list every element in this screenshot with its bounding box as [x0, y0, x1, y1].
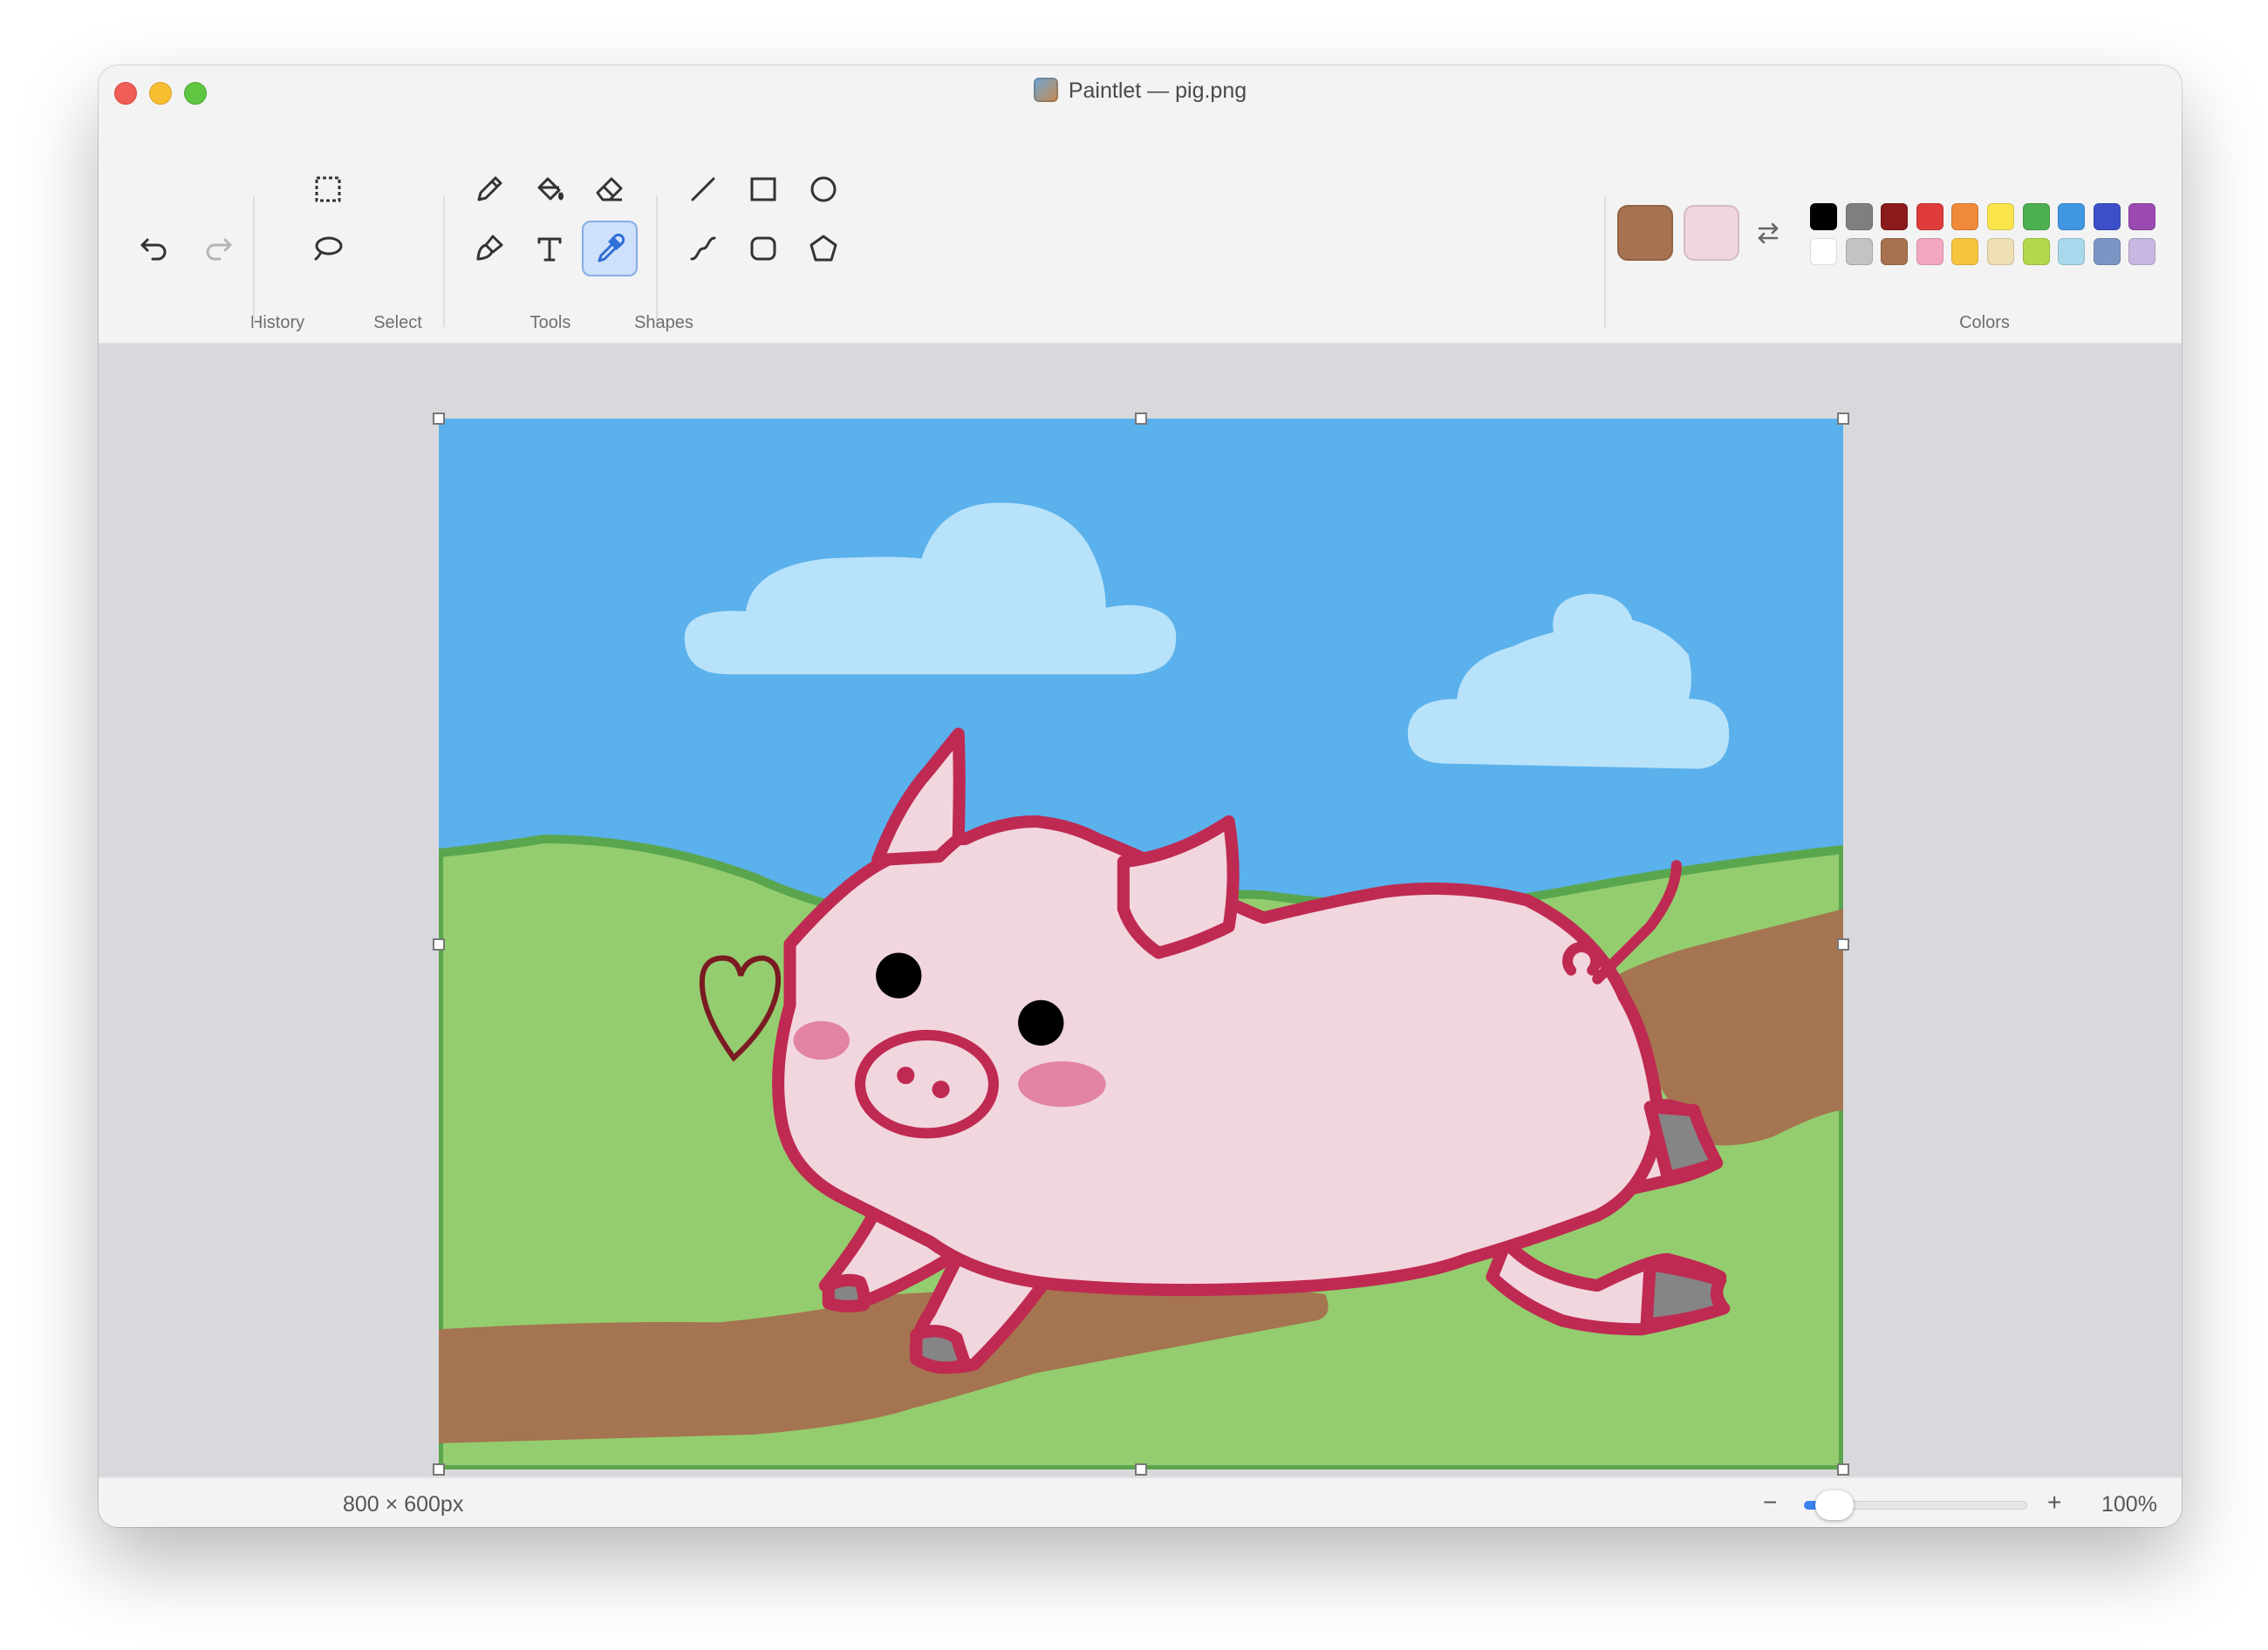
resize-handle-bottom-right[interactable] — [1837, 1463, 1849, 1476]
palette-swatch[interactable] — [2058, 238, 2086, 265]
canvas-area[interactable] — [99, 344, 2182, 1476]
paint-bucket-icon — [537, 177, 564, 201]
resize-handle-left[interactable] — [433, 938, 445, 951]
eraser-icon — [596, 177, 623, 201]
pig-nostril-left — [897, 1067, 915, 1085]
zoom-level: 100% — [2101, 1492, 2157, 1517]
circle-icon — [810, 176, 837, 202]
eyedropper-icon — [598, 233, 625, 262]
group-label-tools: Tools — [529, 313, 571, 332]
group-label-select: Select — [373, 313, 422, 332]
pencil-tool-button[interactable] — [461, 161, 517, 217]
rectangle-select-icon — [315, 176, 341, 202]
resize-handle-top-left[interactable] — [433, 412, 445, 425]
rounded-rectangle-icon — [750, 236, 776, 261]
app-window: Paintlet — pig.png History Select Tools … — [99, 65, 2182, 1527]
group-label-shapes: Shapes — [634, 313, 693, 332]
zoom-slider-thumb[interactable] — [1814, 1490, 1854, 1520]
zoom-slider[interactable] — [1804, 1490, 2027, 1520]
pencil-icon — [477, 176, 502, 201]
color-picker-tool-button[interactable] — [582, 221, 638, 276]
pig-right-eye — [1018, 999, 1064, 1046]
canvas-dimensions: 800 × 600px — [343, 1492, 464, 1517]
palette-swatch[interactable] — [1987, 238, 2014, 265]
curve-icon — [690, 236, 716, 261]
resize-handle-bottom-left[interactable] — [433, 1463, 445, 1476]
palette-swatch[interactable] — [2128, 203, 2156, 230]
secondary-color-swatch[interactable] — [1684, 205, 1739, 261]
resize-handle-top[interactable] — [1135, 412, 1147, 425]
brush-icon — [476, 235, 503, 261]
lasso-icon — [314, 236, 343, 261]
palette-swatch[interactable] — [1845, 203, 1873, 230]
status-bar: 800 × 600px − + 100% — [99, 1476, 2182, 1527]
toolbar-divider — [656, 196, 658, 327]
ellipse-shape-button[interactable] — [796, 161, 851, 217]
palette-swatch[interactable] — [2128, 238, 2156, 265]
palette-swatch[interactable] — [1881, 238, 1909, 265]
group-label-history: History — [249, 313, 305, 332]
palette-swatch[interactable] — [1916, 203, 1944, 230]
swap-icon — [1758, 222, 1779, 244]
text-icon — [537, 237, 562, 262]
pig-snout — [854, 1029, 999, 1139]
palette-swatch[interactable] — [1810, 203, 1837, 230]
resize-handle-bottom[interactable] — [1135, 1463, 1147, 1476]
palette-swatch[interactable] — [2093, 203, 2121, 230]
zoom-out-button[interactable]: − — [1763, 1489, 1777, 1517]
window-title-text: Paintlet — pig.png — [1068, 78, 1247, 103]
rectangle-icon — [750, 177, 776, 201]
palette-swatch[interactable] — [2093, 238, 2121, 265]
resize-handle-top-right[interactable] — [1837, 412, 1849, 425]
rounded-rectangle-shape-button[interactable] — [735, 221, 791, 276]
palette-swatch[interactable] — [1810, 238, 1837, 265]
line-shape-button[interactable] — [675, 161, 731, 217]
pig-hoof-front-right — [910, 1325, 972, 1374]
palette-swatch[interactable] — [1916, 238, 1944, 265]
zoom-in-button[interactable]: + — [2047, 1489, 2061, 1517]
redo-icon — [206, 238, 232, 261]
palette-swatch[interactable] — [1987, 203, 2014, 230]
text-tool-button[interactable] — [522, 221, 577, 276]
title-bar: Paintlet — pig.png — [99, 65, 2182, 116]
rectangle-shape-button[interactable] — [735, 161, 791, 217]
curve-shape-button[interactable] — [675, 221, 731, 276]
group-label-colors: Colors — [1959, 313, 2010, 332]
resize-handle-right[interactable] — [1837, 938, 1849, 951]
toolbar-divider — [253, 196, 255, 327]
pig-left-cheek — [793, 1020, 850, 1060]
redo-button[interactable] — [190, 219, 246, 275]
primary-color-swatch[interactable] — [1617, 205, 1673, 261]
drawing-canvas[interactable] — [439, 419, 1843, 1469]
pig-left-eye — [876, 952, 922, 999]
eraser-tool-button[interactable] — [582, 161, 638, 217]
line-icon — [691, 177, 715, 201]
rectangle-select-button[interactable] — [300, 161, 356, 217]
palette-swatch[interactable] — [1881, 203, 1909, 230]
palette-swatch[interactable] — [2058, 203, 2086, 230]
polygon-shape-button[interactable] — [796, 221, 851, 276]
palette-swatch[interactable] — [2022, 203, 2050, 230]
swap-colors-button[interactable] — [1740, 205, 1796, 261]
pentagon-icon — [810, 235, 837, 262]
brush-tool-button[interactable] — [461, 221, 517, 276]
palette-swatch[interactable] — [1951, 238, 1979, 265]
pig-nostril-right — [932, 1081, 950, 1099]
lasso-select-button[interactable] — [300, 221, 356, 276]
pig-hoof-front-left — [822, 1273, 871, 1312]
app-icon — [1033, 78, 1058, 102]
fill-tool-button[interactable] — [522, 161, 577, 217]
toolbar-divider — [443, 196, 445, 327]
toolbar-divider — [1604, 196, 1606, 327]
window-title: Paintlet — pig.png — [99, 78, 2182, 104]
undo-icon — [140, 238, 167, 261]
undo-button[interactable] — [126, 219, 182, 275]
pig-hoof-back-bottom — [1640, 1258, 1731, 1331]
palette-swatch[interactable] — [2022, 238, 2050, 265]
toolbar: History Select Tools Shapes Colors — [99, 116, 2182, 344]
palette-swatch[interactable] — [1845, 238, 1873, 265]
pig-right-cheek — [1018, 1061, 1106, 1108]
palette-swatch[interactable] — [1951, 203, 1979, 230]
